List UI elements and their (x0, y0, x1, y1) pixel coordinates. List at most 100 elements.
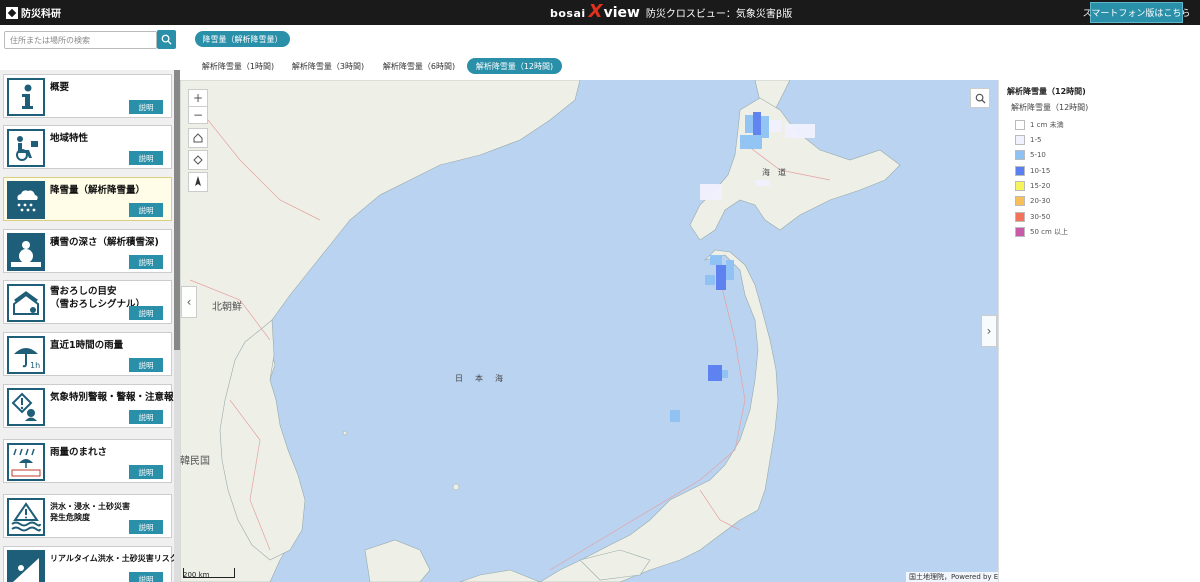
info-icon (7, 78, 45, 116)
description-button[interactable]: 説明 (129, 520, 163, 534)
description-button[interactable]: 説明 (129, 100, 163, 114)
legend-label: 30-50 (1030, 212, 1051, 221)
layer-sidebar: 概要 説明 地域特性 説明 降雪量（解析降雪量） 説明 積雪の深さ（解析積雪深)… (0, 70, 180, 582)
legend-item: 20-30 (1015, 195, 1050, 206)
search-icon (975, 93, 986, 104)
sidebar-item-label: 積雪の深さ（解析積雪深) (50, 237, 159, 248)
legend-label: 1 cm 未満 (1030, 120, 1064, 129)
sidebar-item-label: 洪水・浸水・土砂災害 発生危険度 (50, 501, 130, 523)
basemap (180, 80, 901, 582)
sidebar-item-label: リアルタイム洪水・土砂災害リスク (50, 554, 178, 563)
legend-swatch (1015, 195, 1025, 206)
org-logo[interactable]: 防災科研 (6, 5, 61, 20)
landslide-icon (7, 550, 45, 582)
category-pill[interactable]: 降雪量（解析降雪量） (195, 31, 290, 47)
sidebar-item-label: 概要 (50, 82, 70, 93)
home-icon (193, 133, 203, 143)
legend-swatch (1015, 180, 1025, 191)
brand-view: view (603, 5, 640, 21)
tab-6h[interactable]: 解析降雪量（6時間) (379, 58, 459, 74)
locate-icon (193, 155, 203, 165)
sidebar-item-label-line1: 雪おろしの目安 (50, 286, 117, 297)
legend-item: 5-10 (1015, 149, 1046, 160)
sidebar-item-label: 直近1時間の雨量 (50, 340, 124, 351)
tab-1h[interactable]: 解析降雪量（1時間) (199, 58, 277, 74)
zoom-out-button[interactable]: − (188, 106, 208, 124)
legend-label: 10-15 (1030, 166, 1051, 175)
compass-icon (195, 176, 201, 186)
legend-label: 5-10 (1030, 150, 1046, 159)
map-scale-bar: 200 km (183, 568, 236, 579)
sidebar-item-label-line2: 発生危険度 (50, 513, 90, 522)
search-button[interactable] (157, 30, 176, 49)
description-button[interactable]: 説明 (129, 465, 163, 479)
legend-subtitle: 解析降雪量（12時間) (1011, 103, 1089, 112)
sidebar-item-overview[interactable]: 概要 説明 (3, 74, 172, 118)
sidebar-item-label: 気象特別警報・警報・注意報 (50, 392, 174, 403)
description-button[interactable]: 説明 (129, 572, 163, 582)
brand-x: X (588, 1, 603, 22)
home-button[interactable] (188, 128, 208, 148)
sidebar-item-weather-warnings[interactable]: 気象特別警報・警報・注意報 説明 (3, 384, 174, 428)
map-search-button[interactable] (970, 88, 990, 108)
legend-swatch (1015, 165, 1025, 176)
collapse-sidebar-button[interactable]: ‹ (181, 286, 197, 318)
description-button[interactable]: 説明 (129, 203, 163, 217)
app-brand: bosai X view 防災クロスビュー：気象災害β版 (550, 1, 793, 22)
zoom-in-button[interactable]: + (188, 89, 208, 107)
map-label-south-korea: 韓民国 (180, 456, 210, 467)
legend-item: 50 cm 以上 (1015, 226, 1068, 237)
app-header: 防災科研 bosai X view 防災クロスビュー：気象災害β版 スマートフォ… (0, 0, 1200, 25)
sidebar-item-hourly-rainfall[interactable]: 1h 直近1時間の雨量 説明 (3, 332, 172, 376)
search-icon (161, 34, 172, 45)
legend-label: 50 cm 以上 (1030, 227, 1069, 236)
tab-3h[interactable]: 解析降雪量（3時間) (289, 58, 367, 74)
sidebar-item-regional-characteristics[interactable]: 地域特性 説明 (3, 125, 172, 169)
umbrella-icon: 1h (7, 336, 45, 374)
app-subtitle: 防災クロスビュー：気象災害β版 (645, 9, 793, 20)
smartphone-version-button[interactable]: スマートフォン版はこちら (1083, 2, 1190, 23)
legend-panel: 解析降雪量（12時間) 解析降雪量（12時間) 1 cm 未満 1-5 5-10… (998, 80, 1200, 582)
sidebar-item-snow-removal-signal[interactable]: 雪おろしの目安 （雪おろしシグナル） 説明 (3, 280, 172, 324)
sidebar-item-flood-risk[interactable]: 洪水・浸水・土砂災害 発生危険度 説明 (3, 494, 172, 538)
legend-swatch (1015, 149, 1025, 160)
description-button[interactable]: 説明 (129, 151, 163, 165)
rain-rarity-icon (7, 443, 45, 481)
sidebar-item-label-line1: 洪水・浸水・土砂災害 (50, 502, 130, 511)
sidebar-item-rain-rarity[interactable]: 雨量のまれさ 説明 (3, 439, 172, 483)
map-label-hokkaido: 海 道 (762, 168, 786, 177)
sidebar-item-label: 地域特性 (50, 133, 89, 144)
chevron-right-icon: › (986, 324, 992, 338)
map-label-sea-of-japan: 日 本 海 (455, 374, 505, 383)
description-button[interactable]: 説明 (129, 306, 163, 320)
legend-label: 20-30 (1030, 196, 1051, 205)
legend-label: 1-5 (1030, 135, 1042, 144)
description-button[interactable]: 説明 (129, 358, 163, 372)
flood-icon (7, 498, 45, 536)
location-search-input[interactable] (4, 31, 157, 49)
map-canvas[interactable]: 北朝鮮 韓民国 日 本 海 海 道 (180, 80, 998, 582)
snowman-icon (7, 233, 45, 271)
expand-legend-button[interactable]: › (981, 315, 997, 347)
sidebar-item-label: 降雪量（解析降雪量） (50, 185, 146, 196)
description-button[interactable]: 説明 (129, 410, 163, 424)
sidebar-item-snow-depth[interactable]: 積雪の深さ（解析積雪深) 説明 (3, 229, 172, 273)
org-logo-icon (6, 6, 18, 19)
legend-item: 30-50 (1015, 211, 1050, 222)
sidebar-item-realtime-risk[interactable]: リアルタイム洪水・土砂災害リスク 説明 (3, 546, 178, 582)
brand-bosai: bosai (550, 7, 586, 20)
legend-item: 15-20 (1015, 180, 1050, 191)
legend-title: 解析降雪量（12時間) (1007, 87, 1086, 96)
description-button[interactable]: 説明 (129, 255, 163, 269)
warning-icon (7, 388, 45, 426)
tab-12h[interactable]: 解析降雪量（12時間) (467, 58, 562, 74)
locate-button[interactable] (188, 150, 208, 170)
map-attribution: 国土地理院，Powered by Esri (906, 572, 1010, 582)
legend-swatch (1015, 119, 1025, 130)
legend-swatch (1015, 134, 1025, 145)
chevron-left-icon: ‹ (186, 295, 192, 309)
sidebar-item-snowfall[interactable]: 降雪量（解析降雪量） 説明 (3, 177, 172, 221)
compass-button[interactable] (188, 172, 208, 192)
svg-text:1h: 1h (30, 361, 40, 370)
legend-item: 1 cm 未満 (1015, 119, 1064, 130)
